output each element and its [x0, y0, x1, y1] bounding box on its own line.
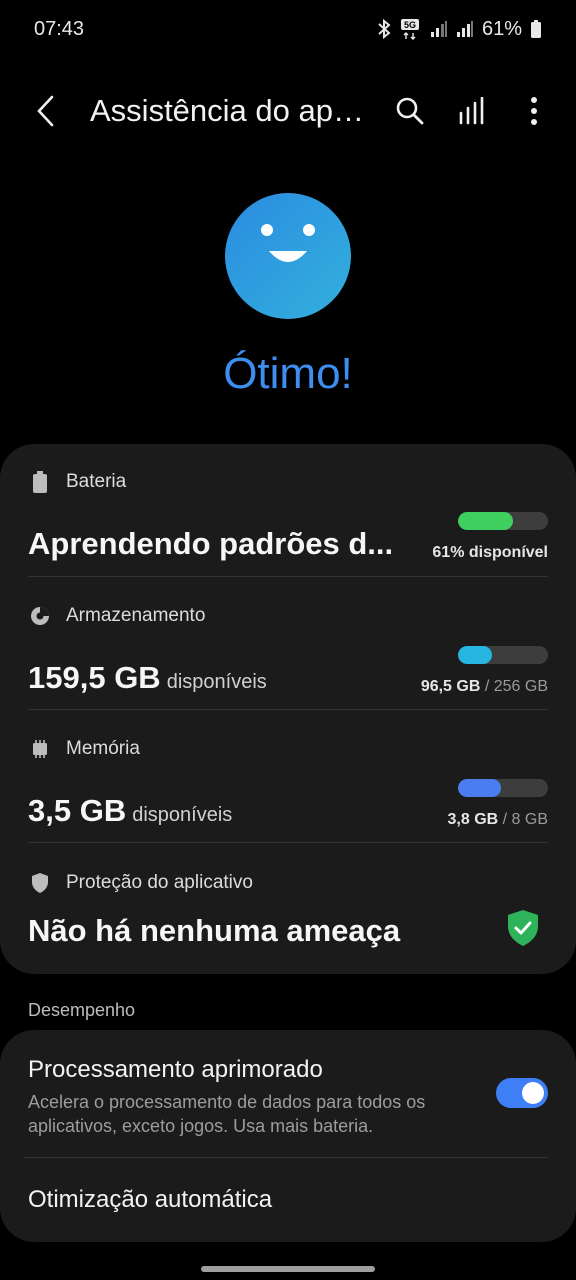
divider [24, 1157, 548, 1158]
battery-caption: 61% disponível [432, 544, 548, 561]
bluetooth-icon [376, 19, 392, 39]
battery-bar [458, 512, 548, 530]
status-time: 07:43 [34, 17, 85, 40]
more-vertical-icon [531, 97, 537, 125]
storage-label: Armazenamento [66, 605, 206, 626]
memory-chip-icon [28, 737, 52, 761]
shield-check-icon [506, 909, 540, 952]
battery-icon [530, 19, 542, 39]
app-protection-section[interactable]: Proteção do aplicativo Não há nenhuma am… [28, 871, 548, 952]
storage-used: 96,5 GB [420, 678, 481, 695]
app-bar: Assistência do aparelho [0, 78, 576, 144]
memory-bar-fill [458, 779, 501, 797]
battery-percent: 61% [481, 17, 522, 40]
device-status-hero: Ótimo! [0, 193, 576, 399]
status-title: Ótimo! [223, 349, 353, 398]
bar-chart-icon [459, 97, 484, 125]
protection-status: Não há nenhuma ameaça [28, 912, 401, 948]
back-arrow-icon [37, 95, 54, 127]
shield-icon [28, 871, 52, 895]
more-options-button[interactable] [516, 93, 552, 129]
signal-icon-1 [430, 20, 448, 38]
back-button[interactable] [34, 91, 74, 131]
memory-used: 3,8 GB [447, 811, 499, 828]
auto-optimization-title: Otimização automática [28, 1186, 273, 1213]
battery-label: Bateria [66, 471, 127, 492]
status-icons: 5G 61% [376, 18, 542, 41]
memory-label: Memória [66, 738, 140, 759]
protection-label: Proteção do aplicativo [66, 872, 253, 893]
storage-section[interactable]: Armazenamento 159,5 GB disponíveis 96,5 G… [28, 604, 548, 696]
memory-bar [458, 779, 548, 797]
5g-icon: 5G [400, 18, 422, 40]
battery-section[interactable]: Bateria Aprendendo padrões d... 61% disp… [28, 470, 548, 562]
battery-icon [28, 470, 52, 494]
diagnostics-button[interactable] [454, 93, 490, 129]
status-bar: 07:43 5G 61% [0, 0, 576, 58]
storage-bar [458, 646, 548, 664]
home-indicator[interactable] [201, 1266, 375, 1272]
divider [28, 709, 548, 710]
enhanced-processing-item[interactable]: Processamento aprimorado Acelera o proce… [28, 1056, 468, 1138]
enhanced-processing-toggle[interactable] [496, 1078, 548, 1108]
storage-total: / 256 GB [480, 678, 548, 695]
page-title: Assistência do aparelho [90, 93, 366, 128]
device-care-card: Bateria Aprendendo padrões d... 61% disp… [0, 444, 576, 974]
storage-available-label: disponíveis [166, 671, 267, 693]
enhanced-processing-description: Acelera o processamento de dados para to… [28, 1092, 426, 1136]
memory-total: / 8 GB [498, 811, 548, 828]
search-button[interactable] [392, 93, 428, 129]
performance-card: Processamento aprimorado Acelera o proce… [0, 1030, 576, 1242]
divider [28, 842, 548, 843]
battery-bar-fill [458, 512, 513, 530]
enhanced-processing-title: Processamento aprimorado [28, 1056, 323, 1083]
smiley-face-icon [225, 193, 351, 319]
section-header-performance: Desempenho [28, 1000, 136, 1020]
memory-available-label: disponíveis [132, 804, 233, 826]
search-icon [396, 97, 424, 125]
battery-status: Aprendendo padrões d... [28, 526, 394, 561]
pie-chart-icon [28, 604, 52, 628]
signal-icon-2 [456, 20, 474, 38]
storage-bar-fill [458, 646, 492, 664]
svg-text:5G: 5G [404, 20, 416, 30]
memory-available-value: 3,5 GB [28, 793, 127, 828]
storage-available-value: 159,5 GB [28, 660, 161, 695]
divider [28, 576, 548, 577]
memory-section[interactable]: Memória 3,5 GB disponíveis 3,8 GB / 8 GB [28, 737, 548, 829]
auto-optimization-item[interactable]: Otimização automática [28, 1186, 272, 1214]
